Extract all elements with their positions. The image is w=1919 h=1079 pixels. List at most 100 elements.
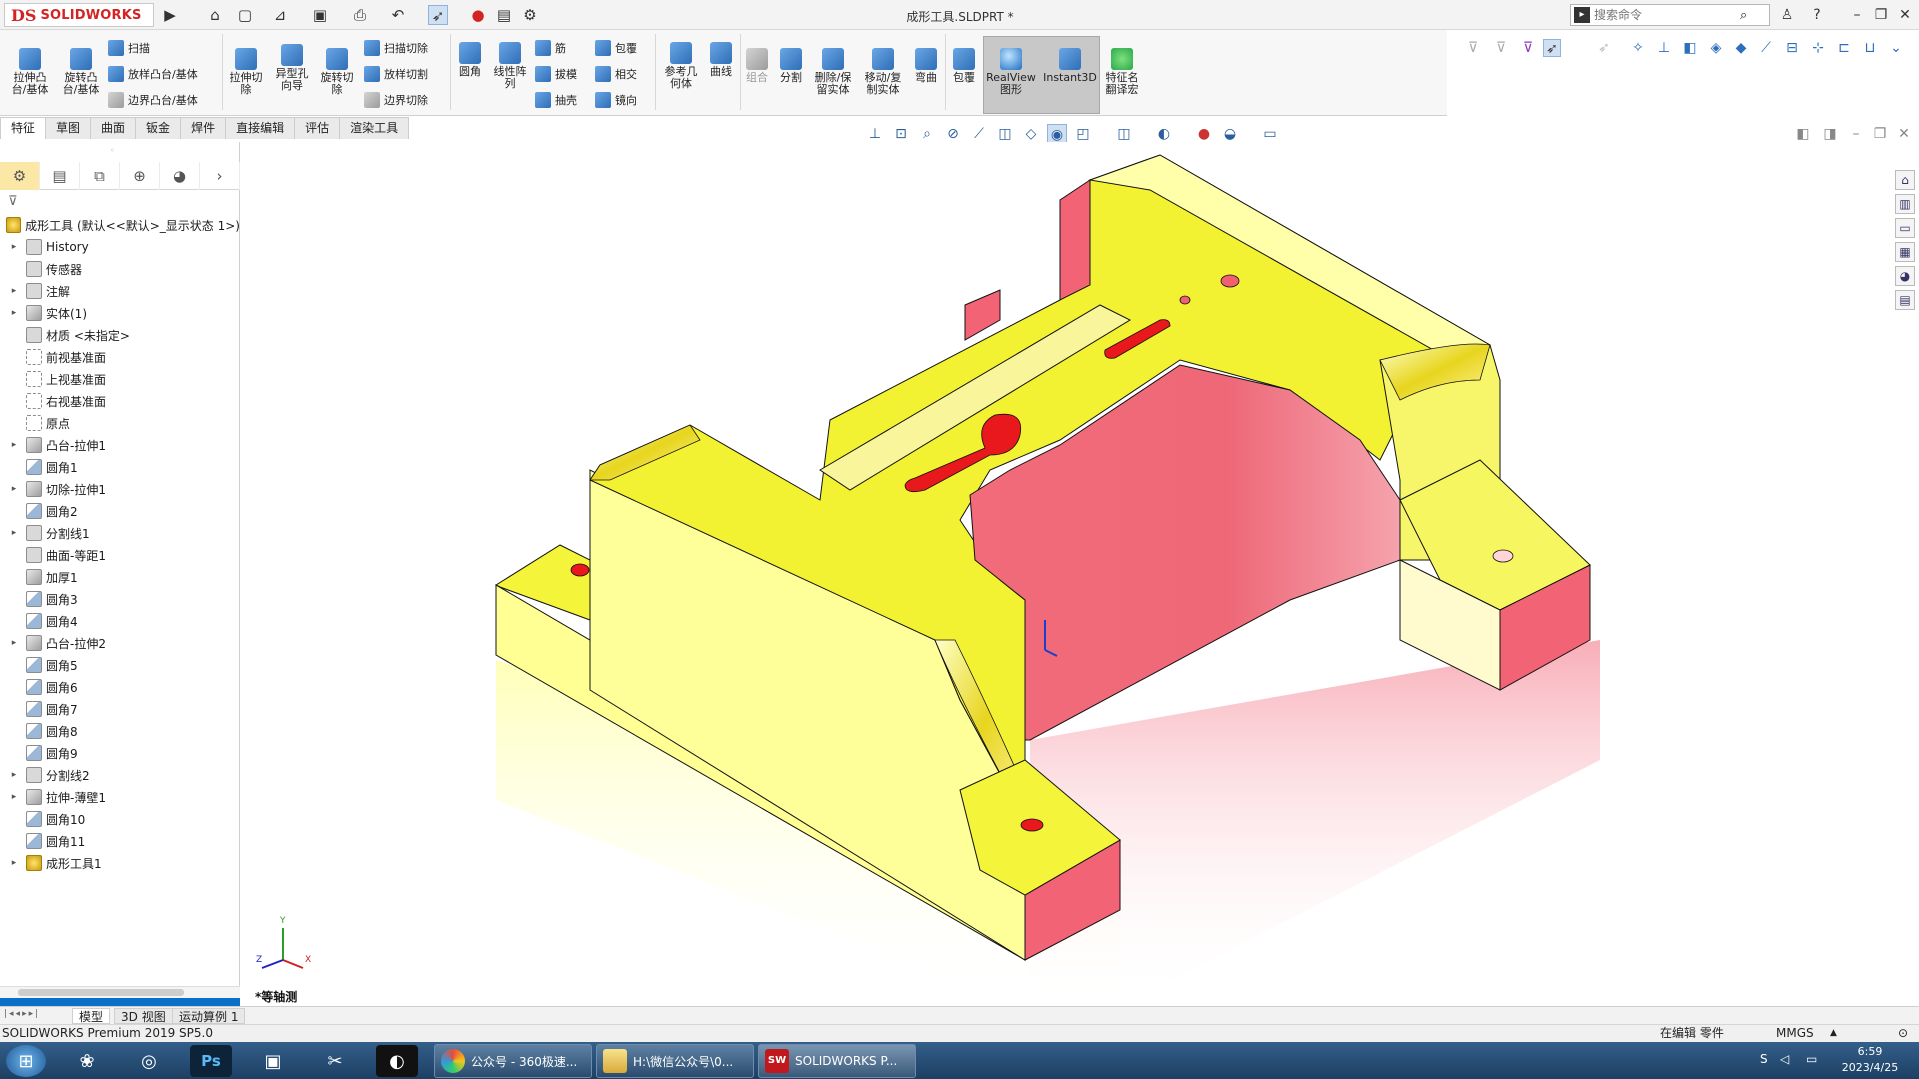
apply-scene-icon[interactable]: ◐ (1154, 124, 1174, 144)
filter-vertex-icon[interactable]: ✧ (1629, 39, 1647, 57)
tab-sheet-metal[interactable]: 钣金 (135, 117, 182, 139)
taskbar-task-browser[interactable]: 公众号 - 360极速... (434, 1044, 592, 1078)
swept-cut-button[interactable]: 扫描切除 (364, 38, 428, 58)
view-settings-icon[interactable]: ▭ (1260, 124, 1280, 144)
tree-item[interactable]: 右视基准面 (0, 390, 240, 412)
display-style-icon[interactable]: ◇ (1021, 124, 1041, 144)
tree-item[interactable]: 圆角2 (0, 500, 240, 522)
tree-item[interactable]: ▸ 实体(1) (0, 302, 240, 324)
split-button[interactable]: 分割 (776, 48, 806, 84)
tab-features[interactable]: 特征 (0, 117, 47, 139)
options-gear-icon[interactable]: ⚙ (520, 5, 540, 25)
solidworks-logo[interactable]: DS SOLIDWORKS (4, 3, 154, 27)
expand-arrow-icon[interactable]: ▸ (8, 770, 20, 780)
dynamic-annotation-icon[interactable]: ⟋ (969, 124, 989, 144)
appearance-ball-icon[interactable]: ● (1194, 124, 1214, 144)
expand-arrow-icon[interactable]: ▸ (8, 484, 20, 494)
realview-button[interactable]: RealView 图形 (985, 48, 1037, 96)
viewport-minimize-icon[interactable]: – (1846, 124, 1866, 144)
rib-button[interactable]: 筋 (535, 38, 566, 58)
filter-plane-icon[interactable]: ⊟ (1783, 39, 1801, 57)
extrude-cut-button[interactable]: 拉伸切 除 (224, 48, 268, 96)
new-file-icon[interactable]: ▢ (235, 5, 255, 25)
tab-render-tools[interactable]: 渲染工具 (339, 117, 410, 139)
tree-filter-icon[interactable]: ⊽ (8, 194, 18, 209)
tree-item[interactable]: 加厚1 (0, 566, 240, 588)
tree-item[interactable]: ▸ 分割线2 (0, 764, 240, 786)
revolve-boss-button[interactable]: 旋转凸 台/基体 (57, 48, 105, 96)
filter-toggle-icon[interactable]: ⊽ (1519, 39, 1537, 57)
combine-button[interactable]: 组合 (742, 48, 772, 84)
photoshop-app-icon[interactable]: Ps (190, 1045, 232, 1077)
display-manager-tab-icon[interactable]: ◕ (160, 162, 200, 190)
design-library-icon[interactable]: ▥ (1895, 194, 1915, 214)
tree-item[interactable]: 圆角6 (0, 676, 240, 698)
curves-button[interactable]: 曲线 (704, 42, 738, 78)
filter-solid-icon[interactable]: ◆ (1732, 39, 1750, 57)
tab-weldments[interactable]: 焊件 (180, 117, 227, 139)
tree-item[interactable]: 圆角7 (0, 698, 240, 720)
filter-sketch-icon[interactable]: ⊏ (1835, 39, 1853, 57)
lofted-cut-button[interactable]: 放样切割 (364, 64, 428, 84)
solidworks-resources-icon[interactable]: ⌂ (1895, 170, 1915, 190)
filter-point-icon[interactable]: ⊹ (1809, 39, 1827, 57)
expand-arrow-icon[interactable]: ▸ (8, 308, 20, 318)
section-view-icon[interactable]: ⊘ (943, 124, 963, 144)
viewport-split-right-icon[interactable]: ◨ (1820, 124, 1840, 144)
tree-item[interactable]: 材质 <未指定> (0, 324, 240, 346)
tree-item[interactable]: 圆角8 (0, 720, 240, 742)
image-viewer-app-icon[interactable]: ▣ (252, 1045, 294, 1077)
appearances-icon[interactable]: ◕ (1895, 266, 1915, 286)
taskbar-task-explorer[interactable]: H:\微信公众号\0... (596, 1044, 754, 1078)
feature-manager-tab-icon[interactable]: ⚙ (0, 162, 40, 190)
expand-arrow-icon[interactable]: ▸ (8, 242, 20, 252)
expand-arrow-icon[interactable]: ▸ (8, 528, 20, 538)
filter-axis-icon[interactable]: ⟋ (1757, 39, 1775, 57)
tree-item[interactable]: 圆角11 (0, 830, 240, 852)
tree-item[interactable]: 前视基准面 (0, 346, 240, 368)
screen-tool-app-icon[interactable]: ✂ (314, 1045, 356, 1077)
sweep-button[interactable]: 扫描 (108, 38, 150, 58)
file-properties-icon[interactable]: ▤ (494, 5, 514, 25)
tree-item[interactable]: ▸ 分割线1 (0, 522, 240, 544)
tree-item[interactable]: 圆角3 (0, 588, 240, 610)
tree-item[interactable]: ▸ 拉伸-薄壁1 (0, 786, 240, 808)
tree-item[interactable]: 曲面-等距1 (0, 544, 240, 566)
feature-translate-button[interactable]: 特征名 翻译宏 (1100, 48, 1144, 96)
view-palette-icon[interactable]: ▦ (1895, 242, 1915, 262)
view-orientation-icon[interactable]: ◫ (995, 124, 1015, 144)
start-button-icon[interactable]: ⊞ (6, 1045, 46, 1077)
undo-icon[interactable]: ↶ (388, 5, 408, 25)
viewport-restore-icon[interactable]: ❐ (1870, 124, 1890, 144)
loft-boss-button[interactable]: 放样凸台/基体 (108, 64, 198, 84)
viewport-close-icon[interactable]: ✕ (1894, 124, 1914, 144)
tree-item[interactable]: ▸ 凸台-拉伸2 (0, 632, 240, 654)
move-copy-body-button[interactable]: 移动/复 制实体 (860, 48, 906, 96)
previous-view-icon[interactable]: ⌕ (917, 124, 937, 144)
custom-properties-icon[interactable]: ▤ (1895, 290, 1915, 310)
wrap-small-button[interactable]: 包覆 (595, 38, 637, 58)
tree-item[interactable]: 圆角10 (0, 808, 240, 830)
photos-app-icon[interactable]: ❀ (66, 1045, 108, 1077)
units-dropdown-icon[interactable]: ▲ (1830, 1025, 1837, 1042)
print-icon[interactable]: ⎙ (350, 5, 370, 25)
tree-item[interactable]: 传感器 (0, 258, 240, 280)
panel-more-icon[interactable]: › (200, 162, 240, 190)
tab-sketch[interactable]: 草图 (45, 117, 92, 139)
flex-button[interactable]: 弯曲 (910, 48, 942, 84)
expand-arrow-icon[interactable]: ▸ (8, 440, 20, 450)
revolve-cut-button[interactable]: 旋转切 除 (315, 48, 359, 96)
expand-arrow-icon[interactable]: ▸ (8, 858, 20, 868)
expand-arrow-icon[interactable]: ▸ (8, 792, 20, 802)
extrude-boss-button[interactable]: 拉伸凸 台/基体 (8, 48, 52, 96)
system-clock[interactable]: 6:59 2023/4/25 (1830, 1044, 1910, 1076)
hide-show-items-icon[interactable]: ◰ (1073, 124, 1093, 144)
scene-icon[interactable]: ◒ (1220, 124, 1240, 144)
restore-icon[interactable]: ❐ (1870, 5, 1892, 25)
tree-root[interactable]: 成形工具 (默认<<默认>_显示状态 1>) (0, 214, 240, 236)
expand-arrow-icon[interactable]: ▸ (8, 286, 20, 296)
tree-item[interactable]: 圆角9 (0, 742, 240, 764)
graphics-area[interactable]: Y X Z (241, 142, 1919, 1006)
viewport-split-icon[interactable]: ◧ (1793, 124, 1813, 144)
shell-button[interactable]: 抽壳 (535, 90, 577, 110)
